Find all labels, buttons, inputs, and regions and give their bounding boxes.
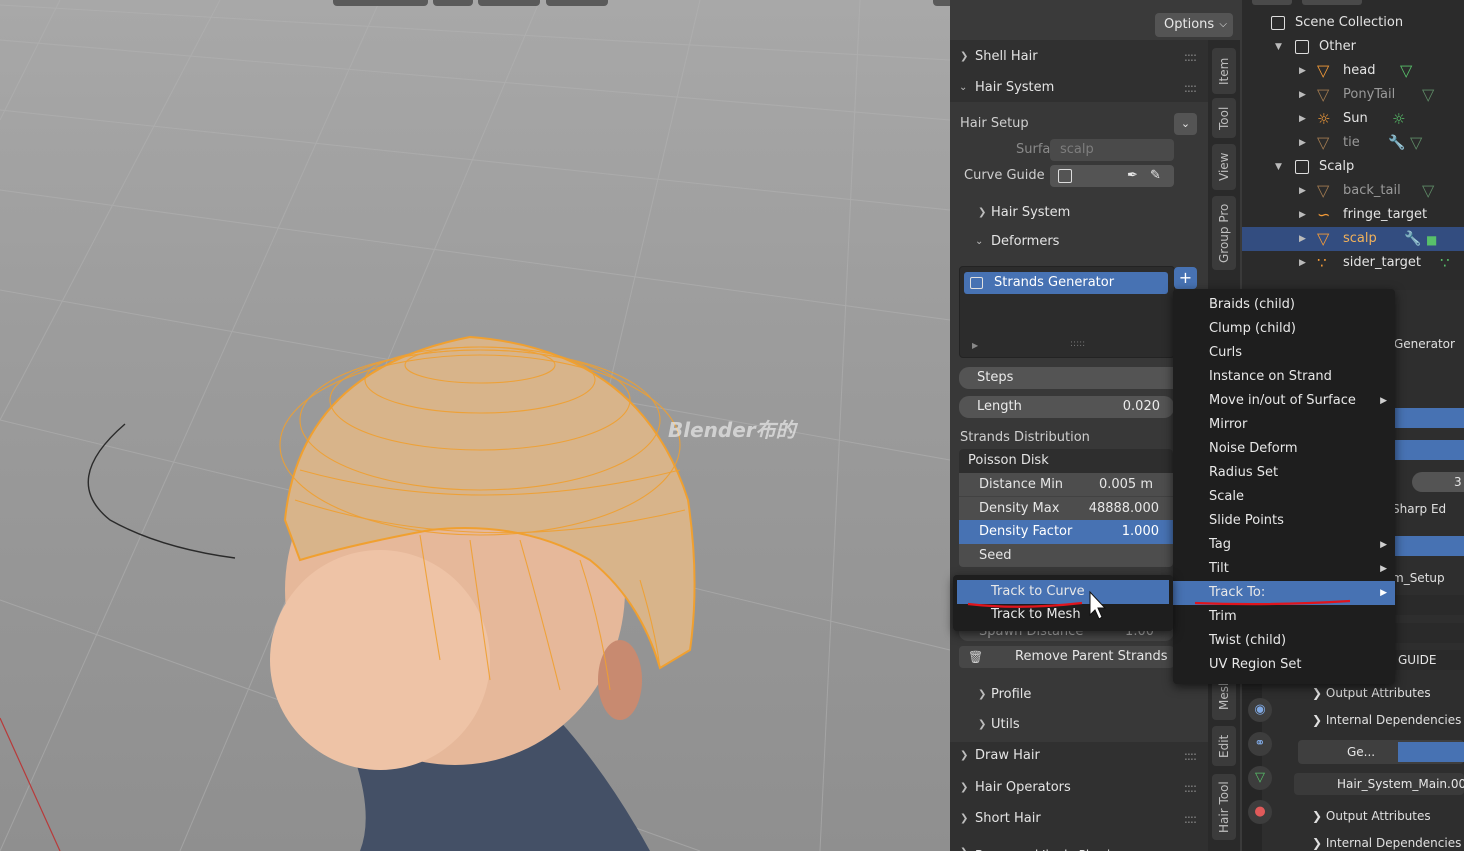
annotation-underline [967,601,1083,608]
annotation-underline [1194,599,1351,606]
mouse-cursor-icon [1089,590,1107,620]
annotation-layer [967,590,1351,620]
